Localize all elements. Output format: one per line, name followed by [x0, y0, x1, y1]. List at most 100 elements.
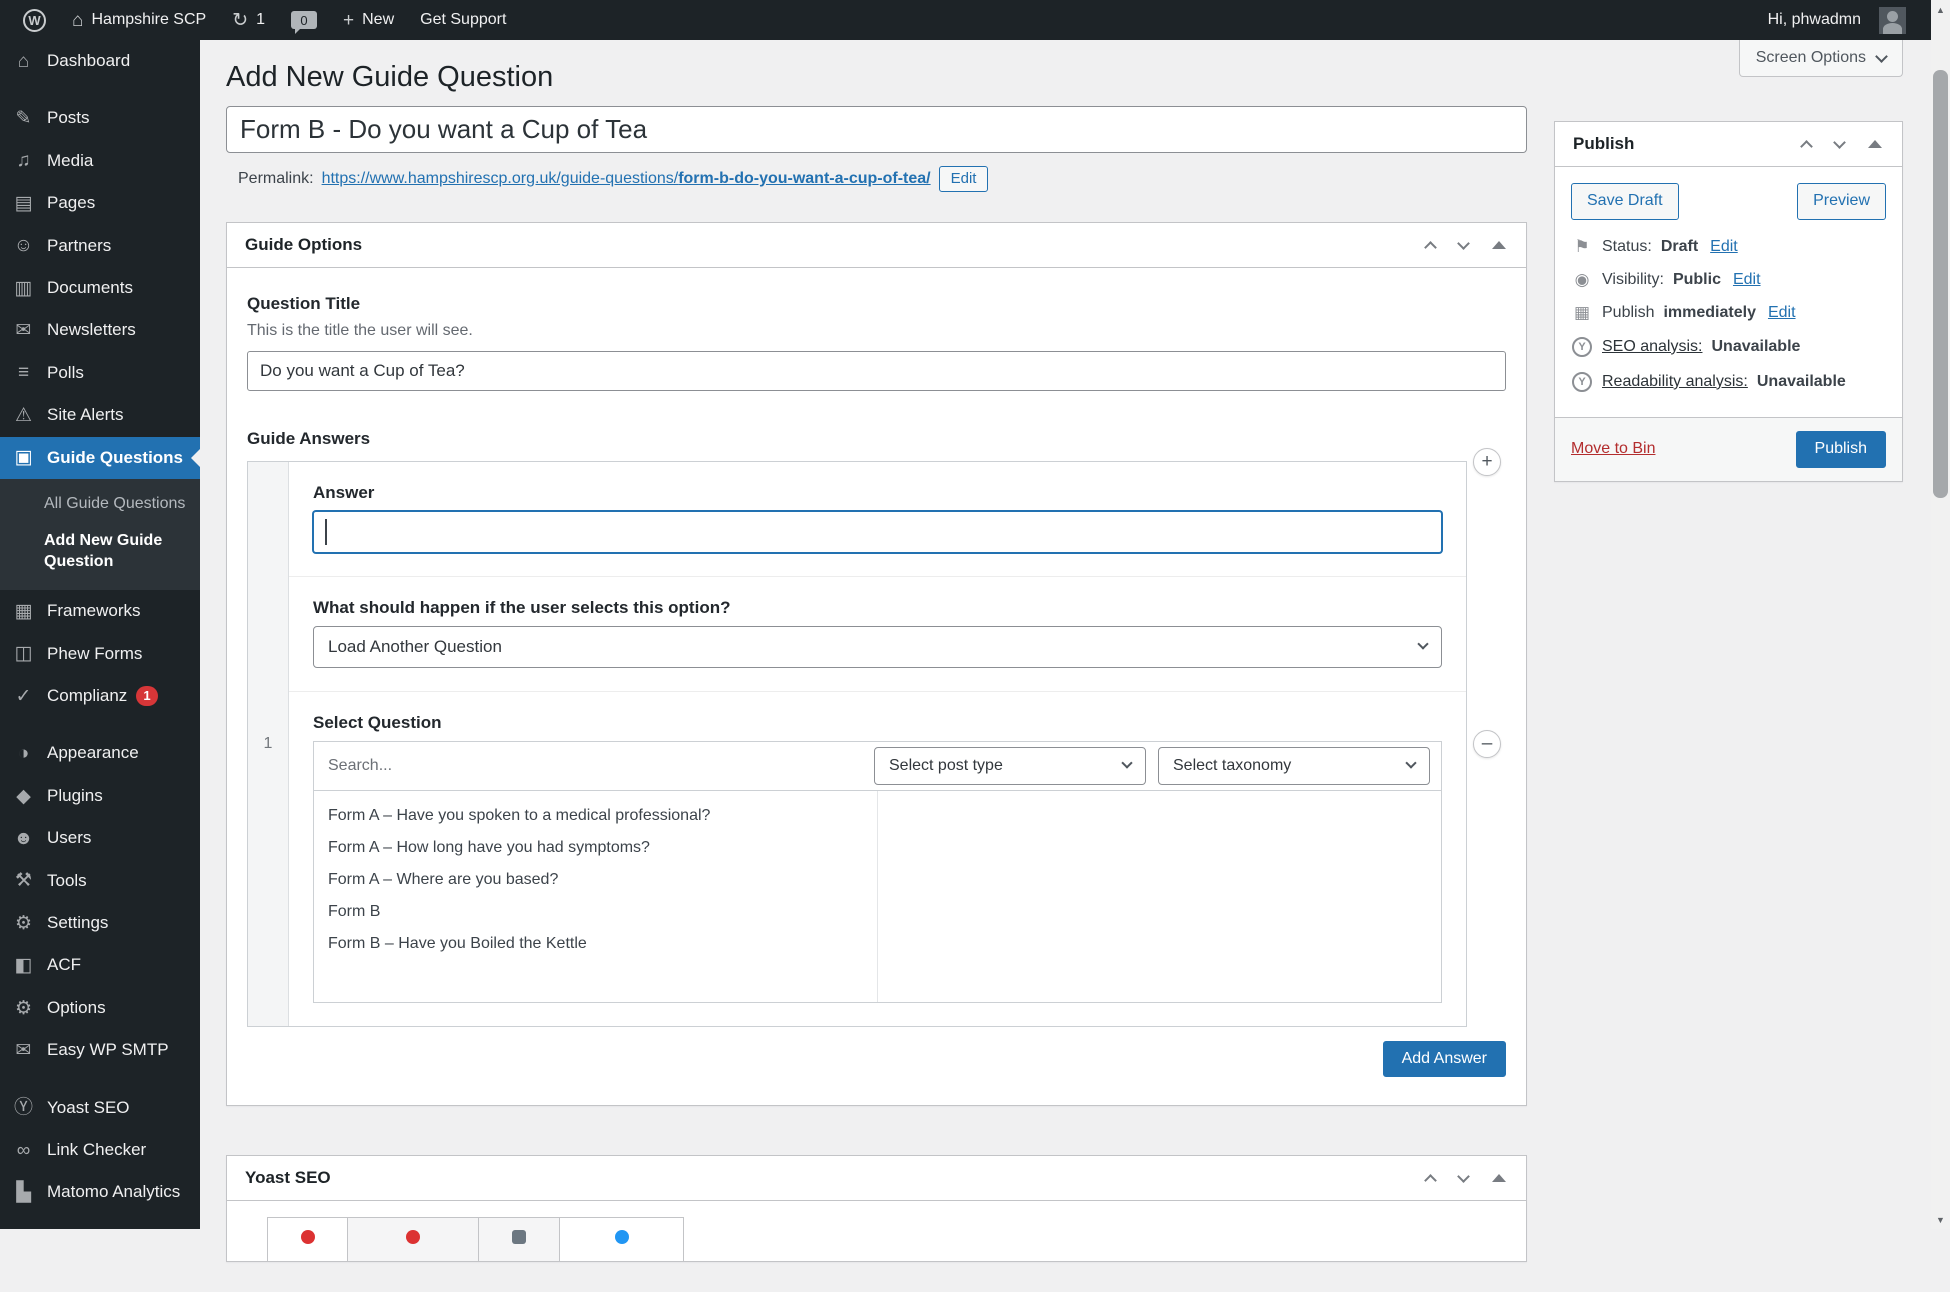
sidebar-item-frameworks[interactable]: Frameworks	[0, 590, 200, 632]
edit-permalink-button[interactable]: Edit	[939, 166, 989, 192]
post-type-select[interactable]: Select post type	[874, 747, 1146, 785]
move-down-icon[interactable]	[1457, 1170, 1470, 1183]
tab-schema[interactable]	[479, 1217, 560, 1261]
question-search-input[interactable]	[314, 747, 862, 785]
publish-button[interactable]: Publish	[1796, 431, 1886, 468]
documents-icon	[11, 279, 36, 298]
action-select[interactable]: Load Another Question	[313, 626, 1442, 668]
readability-analysis-link[interactable]: Readability analysis:	[1602, 373, 1748, 391]
dashboard-icon	[11, 52, 36, 71]
sidebar-item-all-guide-questions[interactable]: All Guide Questions	[0, 486, 200, 523]
sidebar-item-yoast-seo[interactable]: Yoast SEO	[0, 1087, 200, 1129]
sidebar-item-plugins[interactable]: Plugins	[0, 775, 200, 817]
question-title-input[interactable]	[247, 351, 1506, 391]
tab-social[interactable]	[560, 1217, 684, 1261]
sidebar-item-tools[interactable]: Tools	[0, 860, 200, 902]
edit-visibility-link[interactable]: Edit	[1733, 271, 1761, 289]
sidebar-item-options[interactable]: Options	[0, 987, 200, 1029]
account-menu[interactable]: Hi, phwadmn	[1755, 0, 1919, 40]
add-row-button[interactable]: +	[1473, 448, 1501, 476]
tab-seo[interactable]	[267, 1217, 348, 1261]
save-draft-button[interactable]: Save Draft	[1571, 183, 1679, 220]
post-title-input[interactable]	[226, 106, 1527, 153]
sidebar-item-label: Settings	[47, 913, 108, 933]
sidebar-item-guide-questions[interactable]: Guide Questions	[0, 437, 200, 479]
smtp-icon	[11, 1041, 36, 1060]
preview-button[interactable]: Preview	[1797, 183, 1886, 220]
wordpress-logo-menu[interactable]: W	[10, 0, 59, 40]
comments-count: 0	[300, 13, 307, 28]
new-content-button[interactable]: +New	[330, 0, 407, 40]
scrollbar-thumb[interactable]	[1933, 70, 1948, 498]
screen-options-button[interactable]: Screen Options	[1739, 40, 1903, 77]
yoast-readability-score-icon: Y	[1572, 372, 1592, 392]
edit-status-link[interactable]: Edit	[1710, 238, 1738, 256]
scrollbar[interactable]: ▲ ▼	[1931, 0, 1950, 1229]
taxonomy-select[interactable]: Select taxonomy	[1158, 747, 1430, 785]
seo-analysis-row: Y SEO analysis: Unavailable	[1571, 337, 1886, 357]
question-option[interactable]: Form B	[314, 896, 877, 928]
move-up-icon[interactable]	[1424, 1174, 1437, 1187]
sidebar-item-settings[interactable]: Settings	[0, 902, 200, 944]
tab-readability[interactable]	[348, 1217, 479, 1261]
sidebar-item-newsletters[interactable]: Newsletters	[0, 309, 200, 351]
metabox-header[interactable]: Publish	[1555, 122, 1902, 167]
collapse-icon[interactable]	[1868, 140, 1882, 148]
metabox-header[interactable]: Guide Options	[227, 223, 1526, 268]
relationship-filters: Select post type Select taxonomy	[314, 742, 1441, 791]
question-option[interactable]: Form B – Have you Boiled the Kettle	[314, 928, 877, 960]
sidebar-item-media[interactable]: Media	[0, 140, 200, 182]
sidebar-item-link-checker[interactable]: Link Checker	[0, 1129, 200, 1171]
scroll-up-arrow[interactable]: ▲	[1931, 0, 1950, 19]
sidebar-item-label: Dashboard	[47, 51, 130, 71]
comments-button[interactable]: 0	[278, 0, 330, 40]
scroll-down-arrow[interactable]: ▼	[1931, 1210, 1950, 1229]
site-menu[interactable]: ⌂Hampshire SCP	[59, 0, 219, 40]
permalink-link[interactable]: https://www.hampshirescp.org.uk/guide-qu…	[322, 170, 931, 188]
metabox-header[interactable]: Yoast SEO	[227, 1156, 1526, 1201]
seo-analysis-link[interactable]: SEO analysis:	[1602, 338, 1702, 356]
move-down-icon[interactable]	[1833, 136, 1846, 149]
chevron-down-icon	[1875, 50, 1888, 63]
updates-button[interactable]: ↻1	[219, 0, 278, 40]
add-answer-button[interactable]: Add Answer	[1383, 1041, 1506, 1078]
sidebar-item-easy-wp-smtp[interactable]: Easy WP SMTP	[0, 1029, 200, 1071]
move-up-icon[interactable]	[1800, 140, 1813, 153]
sidebar-item-posts[interactable]: Posts	[0, 97, 200, 139]
sidebar-item-matomo-analytics[interactable]: Matomo Analytics	[0, 1171, 200, 1213]
move-down-icon[interactable]	[1457, 237, 1470, 250]
status-row: ⚑ Status: Draft Edit	[1571, 238, 1886, 256]
question-option[interactable]: Form A – How long have you had symptoms?	[314, 832, 877, 864]
question-option[interactable]: Form A – Where are you based?	[314, 864, 877, 896]
sidebar-item-complianz[interactable]: Complianz1	[0, 675, 200, 717]
acf-icon	[11, 956, 36, 975]
collapse-icon[interactable]	[1492, 241, 1506, 249]
get-support-button[interactable]: Get Support	[407, 0, 519, 40]
account-greeting: Hi, phwadmn	[1768, 11, 1861, 29]
question-relationship-widget: Select post type Select taxonomy Form A …	[313, 741, 1442, 1003]
sidebar-item-pages[interactable]: Pages	[0, 182, 200, 224]
sidebar-item-site-alerts[interactable]: Site Alerts	[0, 394, 200, 436]
sidebar-item-dashboard[interactable]: Dashboard	[0, 40, 200, 82]
row-number[interactable]: 1	[248, 462, 289, 1026]
edit-schedule-link[interactable]: Edit	[1768, 304, 1796, 322]
move-to-bin-link[interactable]: Move to Bin	[1571, 440, 1655, 458]
admin-sidebar: Dashboard Posts Media Pages Partners Doc…	[0, 40, 200, 1229]
schedule-row: ▦ Publish immediately Edit	[1571, 304, 1886, 322]
sidebar-item-add-new-guide-question[interactable]: Add New Guide Question	[0, 523, 200, 581]
sidebar-item-documents[interactable]: Documents	[0, 267, 200, 309]
question-option[interactable]: Form A – Have you spoken to a medical pr…	[314, 800, 877, 832]
sidebar-item-users[interactable]: Users	[0, 817, 200, 859]
sidebar-item-label: Options	[47, 998, 106, 1018]
yoast-body	[227, 1201, 1526, 1261]
sidebar-item-partners[interactable]: Partners	[0, 225, 200, 267]
sidebar-item-polls[interactable]: Polls	[0, 352, 200, 394]
sidebar-item-phew-forms[interactable]: Phew Forms	[0, 633, 200, 675]
remove-row-button[interactable]: –	[1473, 730, 1501, 758]
sidebar-item-appearance[interactable]: Appearance	[0, 732, 200, 774]
sidebar-item-acf[interactable]: ACF	[0, 944, 200, 986]
screen-options-label: Screen Options	[1756, 49, 1866, 67]
collapse-icon[interactable]	[1492, 1174, 1506, 1182]
answer-input[interactable]	[313, 511, 1442, 553]
move-up-icon[interactable]	[1424, 241, 1437, 254]
